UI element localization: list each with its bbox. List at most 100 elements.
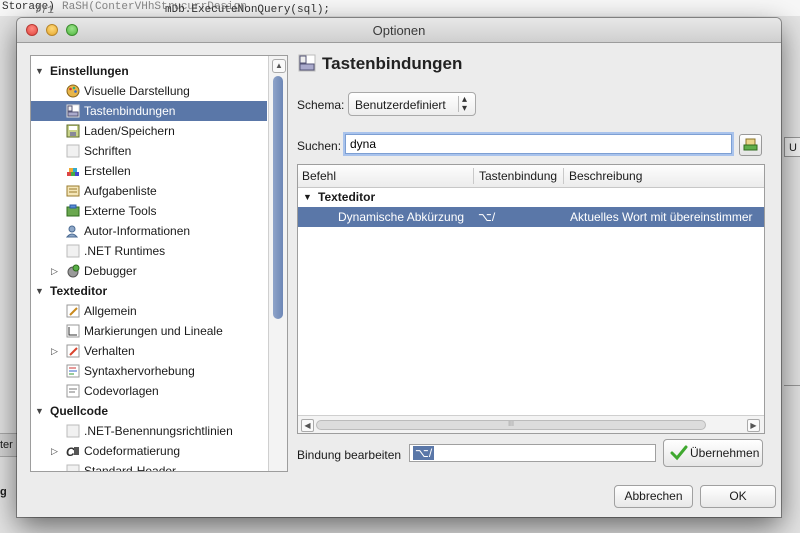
tree-item-net-runtimes[interactable]: .NET Runtimes: [31, 241, 267, 261]
tree-item-verhalten[interactable]: ▷ Verhalten: [31, 341, 267, 361]
edit-icon: [66, 304, 80, 318]
tree-item-label: Syntaxhervorhebung: [84, 364, 195, 378]
tree-item-codevorlagen[interactable]: Codevorlagen: [31, 381, 267, 401]
tree-item-visuelle-darstellung[interactable]: Visuelle Darstellung: [31, 81, 267, 101]
tree-item-standard-header[interactable]: Standard-Header: [31, 461, 267, 472]
tree-vertical-scrollbar[interactable]: ▲: [268, 56, 287, 471]
tree-item-label: Visuelle Darstellung: [84, 84, 190, 98]
debugger-icon: [67, 264, 80, 278]
search-label: Suchen:: [297, 139, 342, 153]
tree-item-markierungen-und-lineale[interactable]: Markierungen und Lineale: [31, 321, 267, 341]
column-header-tastenbindung[interactable]: Tastenbindung: [479, 169, 557, 183]
cell-binding: ⌥/: [478, 210, 496, 224]
column-divider[interactable]: [563, 168, 564, 184]
edit-binding-label: Bindung bearbeiten: [297, 448, 402, 462]
tree-item-label: Standard-Header: [84, 464, 177, 472]
keybinding-icon: [66, 104, 80, 118]
title-bar[interactable]: Optionen: [17, 18, 781, 43]
cell-command: Dynamische Abkürzung: [338, 210, 465, 224]
tree-group-einstellungen[interactable]: ▼ Einstellungen: [31, 61, 267, 81]
search-input[interactable]: [345, 134, 732, 154]
disclosure-expanded-icon[interactable]: ▼: [303, 187, 312, 207]
tree-item-label: Externe Tools: [84, 204, 157, 218]
naming-icon: [66, 424, 80, 438]
tree-item-label: Laden/Speichern: [84, 124, 175, 138]
apply-button-label: Übernehmen: [690, 446, 760, 460]
disclosure-expanded-icon[interactable]: ▼: [35, 401, 45, 421]
tree-item-erstellen[interactable]: Erstellen: [31, 161, 267, 181]
tree-item-debugger[interactable]: ▷ Debugger: [31, 261, 267, 281]
column-header-befehl[interactable]: Befehl: [302, 169, 336, 183]
select-divider: [458, 96, 459, 112]
tree-item-label: Erstellen: [84, 164, 131, 178]
tree-item-label: Markierungen und Lineale: [84, 324, 223, 338]
options-dialog: Optionen ▼ Einstellungen Visuelle Darste…: [17, 18, 781, 517]
page-title: Tastenbindungen: [322, 54, 463, 73]
apply-button[interactable]: Übernehmen: [663, 439, 763, 467]
schema-selected-value: Benutzerdefiniert: [355, 98, 446, 112]
table-horizontal-scrollbar[interactable]: ◀ III ▶: [298, 415, 764, 433]
tree-group-label: Texteditor: [50, 284, 108, 298]
background-button: U: [784, 137, 800, 157]
tasklist-icon: [66, 185, 80, 197]
column-header-beschreibung[interactable]: Beschreibung: [569, 169, 642, 183]
keybinding-table[interactable]: Befehl Tastenbindung Beschreibung ▼ Text…: [297, 164, 765, 434]
checkmark-icon: [670, 445, 688, 461]
tree-item-schriften[interactable]: Schriften: [31, 141, 267, 161]
save-icon: [66, 124, 80, 138]
tree-item-laden-speichern[interactable]: Laden/Speichern: [31, 121, 267, 141]
edit-binding-input[interactable]: ⌥/: [409, 444, 656, 462]
disclosure-collapsed-icon[interactable]: ▷: [51, 261, 61, 281]
header-icon: [66, 464, 80, 471]
build-icon: [67, 168, 79, 176]
tree-item-label: Aufgabenliste: [84, 184, 157, 198]
author-icon: [66, 225, 79, 238]
tree-item-syntaxhervorhebung[interactable]: Syntaxhervorhebung: [31, 361, 267, 381]
scroll-up-icon[interactable]: ▲: [272, 59, 286, 73]
tree-item-label: Debugger: [84, 264, 137, 278]
disclosure-collapsed-icon[interactable]: ▷: [51, 341, 61, 361]
tree-group-label: Quellcode: [50, 404, 109, 418]
scroll-left-icon[interactable]: ◀: [301, 419, 314, 432]
scroll-right-icon[interactable]: ▶: [747, 419, 760, 432]
tree-group-texteditor[interactable]: ▼ Texteditor: [31, 281, 267, 301]
cell-description: Aktuelles Wort mit übereinstimmer: [570, 210, 753, 224]
disclosure-expanded-icon[interactable]: ▼: [35, 281, 45, 301]
svg-text:C: C: [66, 445, 75, 458]
scrollbar-thumb[interactable]: III: [316, 420, 706, 430]
table-group-row[interactable]: ▼ Texteditor: [298, 187, 764, 207]
tree-group-label: Einstellungen: [50, 64, 129, 78]
tree-item-label: .NET-Benennungsrichtlinien: [84, 424, 233, 438]
tree-item-allgemein[interactable]: Allgemein: [31, 301, 267, 321]
settings-tree[interactable]: ▼ Einstellungen Visuelle Darstellung Tas…: [30, 55, 288, 472]
table-row[interactable]: Dynamische Abkürzung ⌥/ Aktuelles Wort m…: [298, 207, 764, 227]
keyboard-icon: [743, 138, 758, 151]
column-divider[interactable]: [473, 168, 474, 184]
tree-item-label: Tastenbindungen: [84, 104, 176, 118]
syntax-icon: [66, 364, 80, 378]
disclosure-collapsed-icon[interactable]: ▷: [51, 441, 61, 461]
tree-item-label: Codevorlagen: [84, 384, 159, 398]
tree-item-label: .NET Runtimes: [84, 244, 166, 258]
schema-select[interactable]: Benutzerdefiniert ▴ ▾: [348, 92, 476, 116]
tree-item-aufgabenliste[interactable]: Aufgabenliste: [31, 181, 267, 201]
runtime-icon: [66, 244, 80, 258]
tree-item-tastenbindungen[interactable]: Tastenbindungen: [31, 101, 267, 121]
tree-item-net-benennungsrichtlinien[interactable]: .NET-Benennungsrichtlinien: [31, 421, 267, 441]
template-icon: [66, 384, 80, 398]
background-code-line: Storage) RaSH(ConterVHhStrucurrDesign: [0, 0, 800, 16]
tree-item-codeformatierung[interactable]: ▷ C Codeformatierung: [31, 441, 267, 461]
tree-group-quellcode[interactable]: ▼ Quellcode: [31, 401, 267, 421]
cancel-button[interactable]: Abbrechen: [614, 485, 693, 508]
chevron-updown-icon: ▴ ▾: [462, 94, 468, 114]
palette-icon: [66, 84, 80, 98]
scrollbar-thumb[interactable]: [273, 76, 283, 319]
edit-binding-value: ⌥/: [413, 446, 435, 460]
tree-item-label: Allgemein: [84, 304, 137, 318]
disclosure-expanded-icon[interactable]: ▼: [35, 61, 45, 81]
tree-item-externe-tools[interactable]: Externe Tools: [31, 201, 267, 221]
background-line-number: 771: [34, 5, 54, 17]
search-clear-button[interactable]: [739, 134, 762, 156]
tree-item-autor-informationen[interactable]: Autor-Informationen: [31, 221, 267, 241]
ok-button[interactable]: OK: [700, 485, 776, 508]
